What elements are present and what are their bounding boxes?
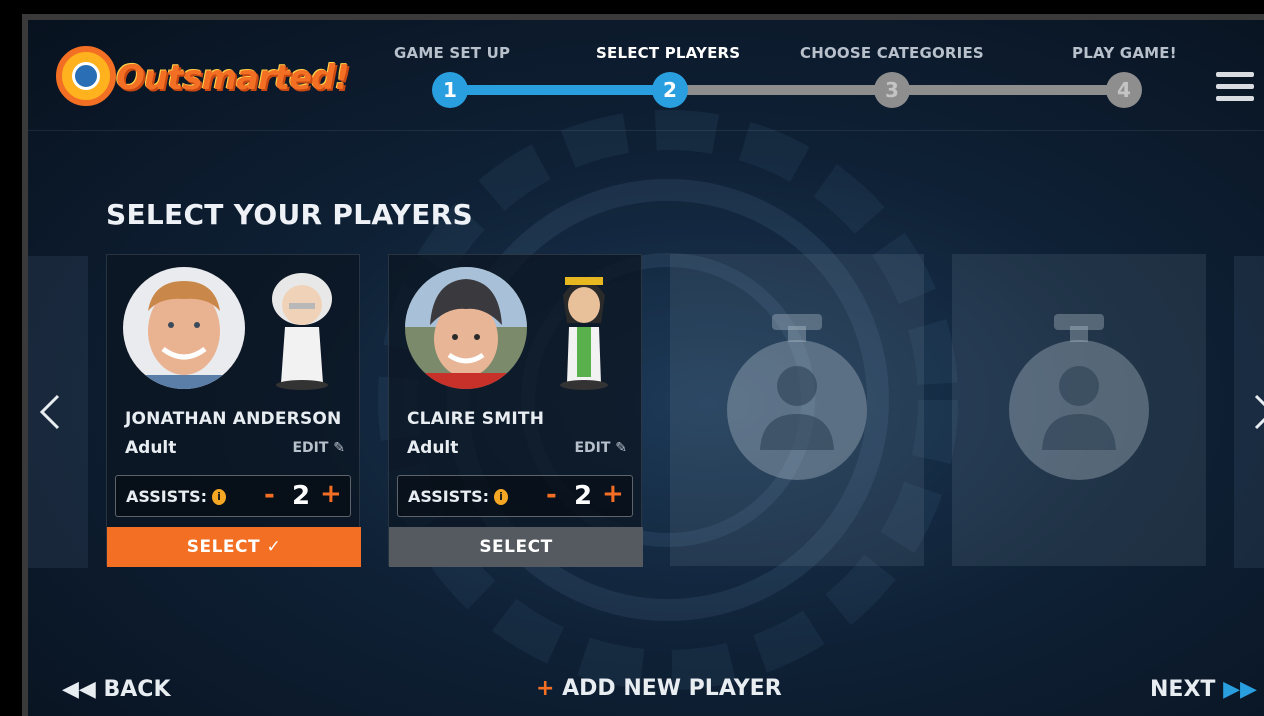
step-label-game-setup[interactable]: GAME SET UP: [394, 44, 510, 62]
app-frame: Outsmarted! GAME SET UP SELECT PLAYERS C…: [0, 0, 1264, 716]
select-player-button[interactable]: SELECT: [389, 527, 643, 567]
edit-label: EDIT: [292, 440, 329, 456]
step-progress-line-done: [452, 85, 672, 95]
next-label: NEXT: [1150, 677, 1216, 702]
back-label: BACK: [103, 677, 171, 702]
player-photo: [123, 267, 245, 389]
step-label-play-game[interactable]: PLAY GAME!: [1072, 44, 1177, 62]
step-dot-4[interactable]: 4: [1106, 72, 1142, 108]
decrement-assists-button[interactable]: -: [546, 480, 557, 510]
rewind-icon: ◀◀: [62, 677, 96, 702]
edit-label: EDIT: [574, 440, 611, 456]
player-type: Adult: [407, 438, 459, 458]
assists-stepper: ASSISTS: i - 2 +: [397, 475, 633, 517]
add-player-label: ADD NEW PLAYER: [562, 676, 782, 701]
next-button[interactable]: NEXT ▶▶: [1150, 677, 1257, 702]
chevron-left-icon[interactable]: [36, 392, 64, 432]
game-screen: Outsmarted! GAME SET UP SELECT PLAYERS C…: [22, 14, 1264, 716]
increment-assists-button[interactable]: +: [320, 479, 342, 509]
player-card: CLAIRE SMITH Adult EDIT ✎ ASSISTS: i - 2…: [388, 254, 643, 567]
increment-assists-button[interactable]: +: [602, 479, 624, 509]
player-name: JONATHAN ANDERSON: [125, 409, 342, 429]
step-dot-3[interactable]: 3: [874, 72, 910, 108]
stopwatch-player-icon: [1009, 314, 1149, 480]
assists-count: 2: [574, 481, 593, 511]
step-label-choose-categories[interactable]: CHOOSE CATEGORIES: [800, 44, 984, 62]
player-photo: [405, 267, 527, 389]
stopwatch-player-icon: [727, 314, 867, 480]
step-dot-1[interactable]: 1: [432, 72, 468, 108]
player-card: JONATHAN ANDERSON Adult EDIT ✎ ASSISTS: …: [106, 254, 361, 567]
edit-player-link[interactable]: EDIT ✎: [292, 440, 345, 456]
progress-steps: GAME SET UP SELECT PLAYERS CHOOSE CATEGO…: [28, 20, 1264, 130]
select-player-button[interactable]: SELECT ✓: [107, 527, 361, 567]
empty-player-slot[interactable]: [952, 254, 1206, 566]
edit-player-link[interactable]: EDIT ✎: [574, 440, 627, 456]
plus-icon: +: [536, 676, 555, 701]
empty-player-slot[interactable]: [670, 254, 924, 566]
assists-count: 2: [292, 481, 311, 511]
info-icon[interactable]: i: [494, 489, 508, 505]
add-new-player-button[interactable]: + ADD NEW PLAYER: [536, 676, 782, 701]
assists-stepper: ASSISTS: i - 2 +: [115, 475, 351, 517]
step-label-select-players[interactable]: SELECT PLAYERS: [596, 44, 740, 62]
info-icon[interactable]: i: [212, 489, 226, 505]
einstein-avatar-figure: [272, 273, 332, 390]
player-type: Adult: [125, 438, 177, 458]
header: Outsmarted! GAME SET UP SELECT PLAYERS C…: [28, 20, 1264, 131]
pencil-icon: ✎: [615, 440, 627, 456]
decrement-assists-button[interactable]: -: [264, 480, 275, 510]
chevron-right-icon[interactable]: [1250, 392, 1264, 432]
page-title: SELECT YOUR PLAYERS: [106, 198, 473, 231]
pencil-icon: ✎: [333, 440, 345, 456]
back-button[interactable]: ◀◀ BACK: [62, 677, 171, 702]
assists-label: ASSISTS:: [126, 487, 208, 506]
step-dot-2[interactable]: 2: [652, 72, 688, 108]
player-name: CLAIRE SMITH: [407, 409, 545, 429]
hamburger-icon[interactable]: [1216, 72, 1254, 102]
fast-forward-icon: ▶▶: [1223, 677, 1257, 702]
assists-label: ASSISTS:: [408, 487, 490, 506]
cleopatra-avatar-figure: [560, 277, 608, 390]
